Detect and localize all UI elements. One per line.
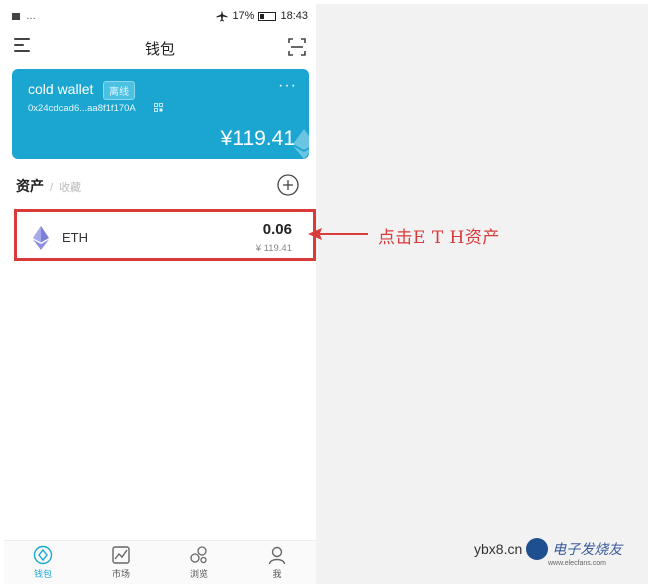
annotation-text: 点击E T H资产 [378,228,500,248]
asset-row-eth[interactable]: ETH 0.06 ¥ 119.41 [18,214,302,264]
watermark-brand: 电子发烧友 [552,542,623,558]
bottom-tab-bar: 钱包 市场 浏览 我 [4,540,316,584]
scan-icon[interactable] [288,38,306,56]
tab-separator: / [50,182,54,194]
wallet-balance: ¥119.41 [220,127,295,150]
tab-wallet[interactable]: 钱包 [4,541,82,584]
tab-browse[interactable]: 浏览 [160,541,238,584]
right-background [316,4,648,584]
wallet-icon [33,545,53,565]
tab-market[interactable]: 市场 [82,541,160,584]
tab-label: 钱包 [33,569,52,579]
elecfans-logo-icon [526,538,549,560]
more-options-icon[interactable]: ··· [278,77,297,95]
asset-fiat-value: ¥ 119.41 [255,243,292,254]
wallet-card[interactable]: cold wallet 离线 ··· 0x24cdcad6...aa8f1f17… [12,69,309,159]
tab-label: 浏览 [189,569,208,579]
add-asset-icon[interactable] [277,174,299,196]
wallet-address: 0x24cdcad6...aa8f1f170A [28,103,136,114]
tab-me[interactable]: 我 [238,541,316,584]
favorites-tab[interactable]: 收藏 [59,179,81,195]
asset-amount: 0.06 [262,221,292,238]
phone-screen: … 17% 18:43 钱包 cold wallet 离线 ··· 0x24cd… [4,4,316,584]
asset-name: ETH [62,230,88,245]
assets-section-header: 资产 / 收藏 [16,176,81,196]
tab-label: 市场 [111,569,130,579]
nav-bar: 钱包 [4,30,316,66]
tab-label: 我 [272,569,282,579]
battery-icon [258,11,277,21]
page-title: 钱包 [144,40,175,58]
status-right: 17% 18:43 [216,10,308,22]
screenshot-page: … 17% 18:43 钱包 cold wallet 离线 ··· 0x24cd… [0,0,652,588]
airplane-mode-icon [216,10,228,22]
qr-code-icon[interactable] [154,103,163,112]
status-time: 18:43 [280,10,308,22]
battery-percent: 17% [232,10,255,22]
ethereum-watermark-icon [293,129,309,159]
sim-icon [12,12,20,20]
watermark: ybx8.cn 电子发烧友 [474,538,622,560]
ethereum-icon [33,226,49,250]
assets-tab[interactable]: 资产 [16,176,44,196]
status-left: … [12,11,36,22]
watermark-site: ybx8.cn [474,541,523,557]
offline-badge: 离线 [103,81,135,100]
status-notifications: … [26,10,36,22]
watermark-url: www.elecfans.com [548,560,606,567]
status-bar: … 17% 18:43 [4,4,316,28]
wallet-name: cold wallet [28,81,94,97]
pointer-arrow-icon [308,228,368,240]
profile-icon [268,546,286,565]
menu-icon[interactable] [14,38,30,54]
browse-icon [190,546,207,564]
market-chart-icon [112,546,130,564]
